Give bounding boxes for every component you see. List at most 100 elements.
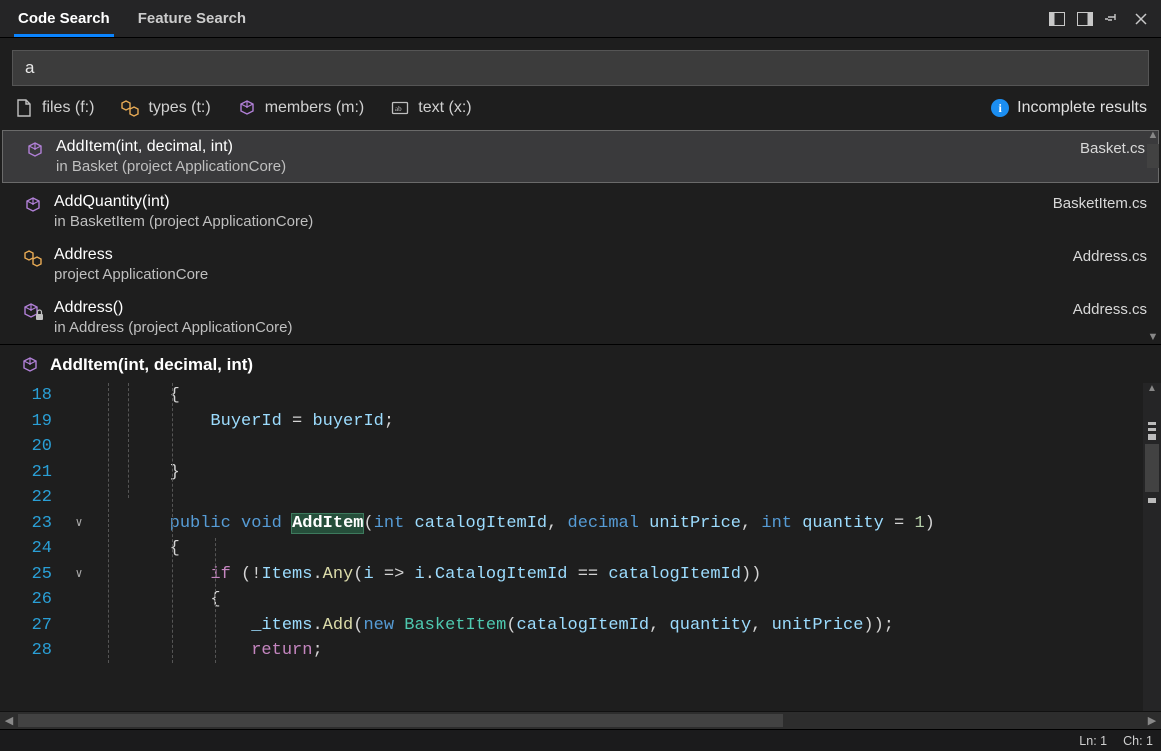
- line-number: 25: [0, 562, 70, 588]
- result-file: BasketItem.cs: [1053, 193, 1147, 230]
- result-title: AddItem(int, decimal, int): [56, 138, 1070, 156]
- code-line[interactable]: 26 {: [0, 587, 1161, 613]
- scroll-right-icon[interactable]: ▶: [1143, 714, 1161, 727]
- line-number: 27: [0, 613, 70, 639]
- code-line[interactable]: 19 BuyerId = buyerId;: [0, 409, 1161, 435]
- code-line[interactable]: 28 return;: [0, 638, 1161, 664]
- search-window: Code Search Feature Search files (f:): [0, 0, 1161, 751]
- code-line[interactable]: 25 ∨ if (!Items.Any(i => i.CatalogItemId…: [0, 562, 1161, 588]
- scroll-mark: [1148, 434, 1156, 440]
- member-icon: [237, 98, 257, 118]
- fold-glyph[interactable]: ∨: [70, 562, 88, 588]
- scroll-left-icon[interactable]: ◀: [0, 714, 18, 727]
- code-line[interactable]: 18 {: [0, 383, 1161, 409]
- status-col: Ch: 1: [1123, 734, 1153, 748]
- titlebar: Code Search Feature Search: [0, 0, 1161, 38]
- result-file: Address.cs: [1073, 246, 1147, 283]
- line-number: 18: [0, 383, 70, 409]
- window-controls: [1047, 0, 1161, 37]
- result-subtitle: project ApplicationCore: [54, 266, 1063, 283]
- scroll-mark: [1148, 428, 1156, 431]
- line-number: 22: [0, 485, 70, 511]
- tab-strip: Code Search Feature Search: [0, 0, 260, 37]
- incomplete-results: i Incomplete results: [991, 99, 1147, 117]
- result-file: Basket.cs: [1080, 138, 1145, 175]
- line-number: 26: [0, 587, 70, 613]
- code-text: public void AddItem(int catalogItemId, d…: [88, 511, 935, 537]
- result-file: Address.cs: [1073, 299, 1147, 336]
- class-icon: [120, 98, 140, 118]
- filter-files[interactable]: files (f:): [14, 98, 94, 118]
- fold-glyph[interactable]: ∨: [70, 511, 88, 537]
- scroll-mark: [1148, 422, 1156, 425]
- result-subtitle: in Address (project ApplicationCore): [54, 319, 1063, 336]
- text-icon: ab: [390, 98, 410, 118]
- scroll-thumb[interactable]: [1147, 144, 1159, 168]
- line-number: 20: [0, 434, 70, 460]
- filter-text-label: text (x:): [418, 99, 471, 117]
- result-item[interactable]: Address project ApplicationCore Address.…: [0, 238, 1161, 291]
- result-title: Address(): [54, 299, 1063, 317]
- line-number: 28: [0, 638, 70, 664]
- member-icon: [20, 355, 40, 375]
- result-title: Address: [54, 246, 1063, 264]
- scroll-mark: [1148, 498, 1156, 503]
- editor-vertical-scrollbar[interactable]: ▲: [1143, 383, 1161, 711]
- status-bar: Ln: 1 Ch: 1: [0, 729, 1161, 751]
- result-item[interactable]: AddQuantity(int) in BasketItem (project …: [0, 185, 1161, 238]
- close-icon[interactable]: [1131, 9, 1151, 29]
- line-number: 23: [0, 511, 70, 537]
- search-row: [0, 38, 1161, 94]
- result-item[interactable]: Address() in Address (project Applicatio…: [0, 291, 1161, 344]
- result-icon: [24, 138, 46, 175]
- scroll-thumb[interactable]: [18, 714, 783, 727]
- filter-row: files (f:) types (t:) members (m:) ab te…: [0, 94, 1161, 128]
- info-icon: i: [991, 99, 1009, 117]
- code-line[interactable]: 27 _items.Add(new BasketItem(catalogItem…: [0, 613, 1161, 639]
- code-text: if (!Items.Any(i => i.CatalogItemId == c…: [88, 562, 761, 588]
- code-text: {: [88, 383, 180, 409]
- pin-icon[interactable]: [1103, 9, 1123, 29]
- filter-types[interactable]: types (t:): [120, 98, 210, 118]
- filter-files-label: files (f:): [42, 99, 94, 117]
- result-subtitle: in BasketItem (project ApplicationCore): [54, 213, 1043, 230]
- preview-header: AddItem(int, decimal, int): [0, 344, 1161, 383]
- scroll-thumb[interactable]: [1145, 444, 1159, 492]
- scroll-up-icon[interactable]: ▲: [1147, 383, 1157, 395]
- preview-title: AddItem(int, decimal, int): [50, 355, 253, 375]
- result-icon: [22, 246, 44, 283]
- result-title: AddQuantity(int): [54, 193, 1043, 211]
- search-input[interactable]: [12, 50, 1149, 86]
- line-number: 21: [0, 460, 70, 486]
- tab-code-search[interactable]: Code Search: [4, 0, 124, 37]
- code-view[interactable]: 18 { 19 BuyerId = buyerId; 20 21 } 22 23…: [0, 383, 1161, 711]
- results-scrollbar[interactable]: ▲ ▼: [1145, 130, 1161, 346]
- file-icon: [14, 98, 34, 118]
- filter-members[interactable]: members (m:): [237, 98, 365, 118]
- code-line[interactable]: 22: [0, 485, 1161, 511]
- code-line[interactable]: 21 }: [0, 460, 1161, 486]
- result-item[interactable]: AddItem(int, decimal, int) in Basket (pr…: [2, 130, 1159, 183]
- filter-text[interactable]: ab text (x:): [390, 98, 471, 118]
- dock-right-icon[interactable]: [1075, 9, 1095, 29]
- code-line[interactable]: 23 ∨ public void AddItem(int catalogItem…: [0, 511, 1161, 537]
- tab-feature-search[interactable]: Feature Search: [124, 0, 260, 37]
- results-panel: AddItem(int, decimal, int) in Basket (pr…: [0, 128, 1161, 344]
- status-line: Ln: 1: [1079, 734, 1107, 748]
- editor-horizontal-scrollbar[interactable]: ◀ ▶: [0, 711, 1161, 729]
- scroll-track[interactable]: [18, 712, 1143, 729]
- code-text: {: [88, 536, 180, 562]
- scroll-down-icon[interactable]: ▼: [1148, 332, 1159, 344]
- results-list: AddItem(int, decimal, int) in Basket (pr…: [0, 128, 1161, 344]
- code-text: _items.Add(new BasketItem(catalogItemId,…: [88, 613, 894, 639]
- incomplete-label: Incomplete results: [1017, 99, 1147, 117]
- filter-members-label: members (m:): [265, 99, 365, 117]
- dock-left-icon[interactable]: [1047, 9, 1067, 29]
- code-text: }: [88, 460, 180, 486]
- code-line[interactable]: 24 {: [0, 536, 1161, 562]
- scroll-up-icon[interactable]: ▲: [1148, 130, 1159, 142]
- editor: 18 { 19 BuyerId = buyerId; 20 21 } 22 23…: [0, 383, 1161, 711]
- result-subtitle: in Basket (project ApplicationCore): [56, 158, 1070, 175]
- code-line[interactable]: 20: [0, 434, 1161, 460]
- result-icon: [22, 193, 44, 230]
